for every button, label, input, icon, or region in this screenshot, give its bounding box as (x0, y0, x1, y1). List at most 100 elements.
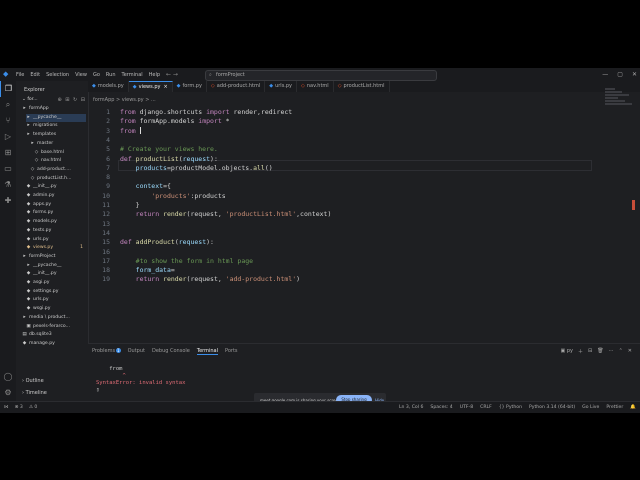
section-timeline[interactable]: › Timeline (16, 387, 88, 399)
extensions-icon[interactable]: ⊞ (0, 145, 16, 161)
minimap[interactable] (605, 88, 635, 106)
panel-tab-problems[interactable]: Problems 1 (92, 348, 121, 355)
python-interpreter[interactable]: Python 3.14 (64-bit) (529, 405, 575, 410)
tree-item[interactable]: ◇ nav.html (34, 157, 86, 165)
terminal-output[interactable]: from ^ SyntaxError: invalid syntax ▯ (96, 366, 185, 394)
editor-tab[interactable]: ◆ views.py × (128, 81, 173, 92)
menu-item-go[interactable]: Go (93, 72, 100, 78)
close-panel-icon[interactable]: ✕ (628, 348, 632, 355)
go-live-button[interactable]: Go Live (582, 405, 599, 410)
kill-terminal-icon[interactable]: 🗑 (597, 348, 603, 355)
indentation-status[interactable]: Spaces: 4 (430, 405, 452, 410)
source-control-icon[interactable]: ⑂ (0, 113, 16, 129)
tree-item[interactable]: ▸ media \ product... (22, 314, 86, 322)
nav-arrows-icon[interactable]: ← → (166, 71, 178, 78)
tree-item[interactable]: ◆ settings.py (26, 288, 86, 296)
prettier-status[interactable]: Prettier (606, 405, 623, 410)
section-outline[interactable]: › Outline (16, 375, 88, 387)
tree-item[interactable]: ◆ tests.py (26, 227, 86, 235)
encoding-status[interactable]: UTF-8 (460, 405, 473, 410)
run-debug-icon[interactable]: ▷ (0, 129, 16, 145)
code-line[interactable]: context={ (120, 182, 171, 190)
code-line[interactable]: #to show the form in html page (120, 257, 253, 265)
tree-item[interactable]: ▸ master (30, 140, 86, 148)
tree-item[interactable]: ◆ asgi.py (26, 279, 86, 287)
tree-item[interactable]: ◆ urls.py (26, 236, 86, 244)
menu-item-terminal[interactable]: Terminal (122, 72, 143, 78)
tree-item[interactable]: ▸ migrations (26, 122, 86, 130)
cursor-position[interactable]: Ln 3, Col 6 (399, 405, 423, 410)
code-editor[interactable]: 1 from django.shortcuts import render,red… (88, 104, 632, 339)
tree-item[interactable]: ◆ views.py 1 (26, 244, 86, 252)
menu-item-edit[interactable]: Edit (30, 72, 40, 78)
editor-tab[interactable]: ◇ nav.html (297, 81, 334, 92)
tree-item[interactable]: ◇ add-product.... (30, 166, 86, 174)
search-view-icon[interactable]: ⌕ (0, 97, 16, 113)
tree-item[interactable]: ◆ apps.py (26, 201, 86, 209)
more-actions-icon[interactable]: ⋯ (609, 348, 614, 355)
code-line[interactable]: return render(request, 'productList.html… (120, 210, 332, 218)
tree-item[interactable]: ▸ __pycache__ (26, 113, 86, 122)
settings-gear-icon[interactable]: ⚙ (0, 385, 16, 401)
menu-item-view[interactable]: View (75, 72, 87, 78)
problems-warnings-status[interactable]: ⚠ 0 (29, 405, 38, 410)
tree-item[interactable]: ▤ db.sqlite3 (22, 331, 86, 339)
editor-tab[interactable]: ◇ add-product.html (207, 81, 266, 92)
remote-indicator-icon[interactable]: ⋈ (4, 405, 9, 410)
account-icon[interactable]: ◯ (0, 369, 16, 385)
panel-tab-debug-console[interactable]: Debug Console (152, 348, 190, 355)
explorer-actions[interactable]: ⊕ ⊞ ↻ ⊟ (57, 97, 86, 103)
tree-item[interactable]: ◆ urls.py (26, 296, 86, 304)
language-mode[interactable]: {} Python (499, 405, 522, 410)
command-center-search[interactable]: ⌕ formProject (205, 70, 437, 81)
tree-item[interactable]: ▸ __pycache__ (26, 262, 86, 270)
close-tab-icon[interactable]: × (163, 84, 167, 90)
tree-item[interactable]: ◆ models.py (26, 218, 86, 226)
panel-tab-terminal[interactable]: Terminal (196, 348, 218, 355)
maximize-icon[interactable]: ▢ (617, 71, 623, 78)
tree-item[interactable]: ▣ pexels-ferarco... (26, 323, 86, 331)
terminal-shell[interactable]: ▣ py (561, 348, 573, 355)
tree-item[interactable]: ▸ formApp (22, 105, 86, 113)
problems-errors-status[interactable]: ⊗ 3 (15, 405, 23, 410)
tree-item[interactable]: ◆ wsgi.py (26, 305, 86, 313)
editor-tab[interactable]: ◆ models.py (88, 81, 129, 92)
tree-item[interactable]: ▸ templates (26, 131, 86, 139)
remote-explorer-icon[interactable]: ▭ (0, 161, 16, 177)
menu-item-selection[interactable]: Selection (46, 72, 69, 78)
code-line[interactable]: } (120, 201, 140, 209)
tree-item[interactable]: ▸ formProject (22, 253, 86, 261)
tree-item[interactable]: ◆ __init__.py (26, 270, 86, 278)
tree-item[interactable]: ◆ forms.py (26, 209, 86, 217)
code-line[interactable]: form_data= (120, 266, 175, 274)
menu-item-file[interactable]: File (16, 72, 24, 78)
tree-item[interactable]: ◇ productList.h... (30, 175, 86, 183)
code-line[interactable]: from django.shortcuts import render,redi… (120, 108, 292, 116)
eol-status[interactable]: CRLF (480, 405, 492, 410)
code-line[interactable]: def addProduct(request): (120, 238, 214, 246)
minimize-icon[interactable]: — (602, 71, 608, 78)
tree-item[interactable]: ◆ admin.py (26, 192, 86, 200)
editor-tab[interactable]: ◆ form.py (173, 81, 207, 92)
testing-icon[interactable]: ⚗ (0, 177, 16, 193)
code-line[interactable]: 'products':products (120, 192, 225, 200)
code-line[interactable]: return render(request, 'add-product.html… (120, 275, 300, 283)
notifications-bell-icon[interactable]: 🔔 (630, 405, 636, 410)
code-line[interactable]: products=productModel.objects.all() (120, 164, 273, 172)
menu-item-run[interactable]: Run (106, 72, 116, 78)
python-icon[interactable]: ✚ (0, 193, 16, 209)
tree-item[interactable]: ◆ manage.py (22, 340, 86, 348)
panel-tab-output[interactable]: Output (128, 348, 145, 355)
tree-item[interactable]: ◇ base.html (34, 149, 86, 157)
code-line[interactable]: # Create your views here. (120, 145, 218, 153)
close-icon[interactable]: ✕ (632, 71, 637, 78)
code-line[interactable]: def productList(request): (120, 155, 218, 163)
panel-tab-ports[interactable]: Ports (225, 348, 238, 355)
breadcrumb[interactable]: formApp > views.py > ... (93, 97, 156, 103)
code-line[interactable]: from (120, 127, 141, 135)
new-terminal-icon[interactable]: ＋ (578, 348, 583, 355)
maximize-panel-icon[interactable]: ⌃ (619, 348, 623, 355)
code-line[interactable]: from formApp.models import * (120, 117, 230, 125)
editor-tab[interactable]: ◇ productList.html (334, 81, 390, 92)
tree-item[interactable]: ◆ __init__.py (26, 183, 86, 191)
